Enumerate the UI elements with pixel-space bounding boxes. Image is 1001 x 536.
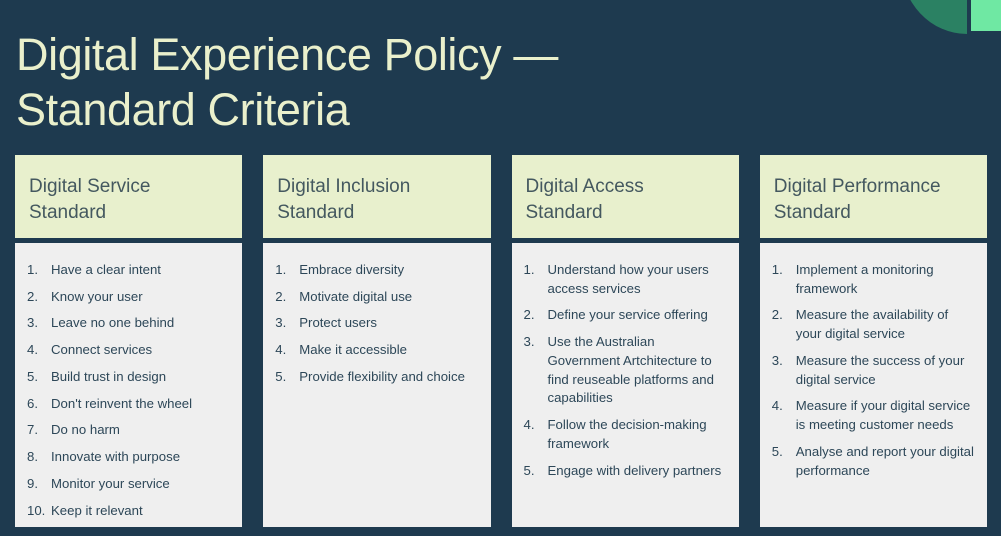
criteria-list-digital-performance-standard: 1. Implement a monitoring framework 2. Meas… [770, 261, 975, 480]
criteria-item: 3. Measure the success of your digital se… [770, 352, 975, 389]
criteria-text: Build trust in design [51, 368, 167, 384]
criteria-text: Analyse and report your digital performa… [795, 443, 974, 478]
criteria-text: Use the Australian Government Artchitect… [547, 334, 714, 406]
criteria-item: 10. Keep it relevant [25, 502, 230, 521]
criteria-list-digital-access-standard: 1. Understand how your users access servi… [522, 261, 727, 480]
card-header-digital-performance-standard: Digital Performance Standard [759, 155, 987, 238]
criteria-number: 2. [27, 288, 38, 304]
criteria-item: 4. Connect services [25, 341, 230, 360]
criteria-text: Keep it relevant [51, 502, 143, 518]
criteria-item: 5. Provide flexibility and choice [273, 368, 478, 387]
criteria-item: 9. Monitor your service [25, 475, 230, 494]
criteria-item: 4. Measure if your digital service is mee… [770, 397, 975, 434]
criteria-item: 4. Make it accessible [273, 341, 478, 360]
criteria-item: 5. Build trust in design [25, 368, 230, 387]
criteria-number: 9. [27, 475, 38, 491]
criteria-item: 1. Implement a monitoring framework [770, 261, 975, 298]
criteria-number: 6. [27, 395, 38, 411]
criteria-item: 2. Measure the availability of your digit… [770, 306, 975, 343]
criteria-number: 5. [523, 462, 535, 478]
criteria-item: 8. Innovate with purpose [25, 448, 230, 467]
criteria-text: Engage with delivery partners [547, 462, 722, 478]
criteria-item: 7. Do no harm [25, 421, 230, 440]
criteria-text: Do no harm [51, 422, 120, 438]
criteria-text: Embrace diversity [299, 262, 405, 277]
criteria-text: Measure if your digital service is meeti… [795, 398, 971, 433]
criteria-number: 10. [27, 502, 46, 518]
criteria-item: 1. Embrace diversity [273, 261, 478, 280]
criteria-item: 4. Follow the decision-making framework [522, 416, 727, 453]
criteria-number: 5. [27, 368, 38, 384]
criteria-text: Have a clear intent [51, 262, 161, 277]
corner-arc-shape [901, 0, 967, 34]
criteria-list-digital-service-standard: 1. Have a clear intent 2. Know your user 3. L… [25, 261, 230, 520]
card-header-digital-service-standard: Digital Service Standard [15, 155, 243, 238]
standards-card-grid: Digital Service Standard 1. Have a clear i… [15, 155, 987, 527]
card-body-digital-access-standard: 1. Understand how your users access servi… [511, 243, 739, 527]
criteria-number: 1. [27, 262, 38, 277]
card-body-digital-inclusion-standard: 1. Embrace diversity 2. Motivate digital us… [263, 243, 491, 527]
criteria-number: 3. [523, 334, 535, 350]
criteria-number: 8. [27, 449, 38, 465]
criteria-item: 3. Leave no one behind [25, 314, 230, 333]
criteria-item: 3. Protect users [273, 314, 478, 333]
criteria-number: 1. [771, 262, 783, 277]
criteria-item: 2. Motivate digital use [273, 288, 478, 307]
criteria-text: Follow the decision-making framework [547, 417, 707, 451]
criteria-number: 2. [523, 307, 535, 323]
criteria-text: Implement a monitoring framework [795, 262, 934, 296]
criteria-text: Innovate with purpose [51, 449, 181, 465]
criteria-list-digital-inclusion-standard: 1. Embrace diversity 2. Motivate digital us… [273, 261, 478, 387]
criteria-item: 6. Don't reinvent the wheel [25, 395, 230, 414]
card-body-digital-performance-standard: 1. Implement a monitoring framework 2. Meas… [759, 243, 987, 527]
criteria-number: 1. [523, 262, 535, 277]
criteria-item: 1. Understand how your users access servi… [522, 261, 727, 298]
card-body-digital-service-standard: 1. Have a clear intent 2. Know your user 3. L… [15, 243, 243, 527]
criteria-text: Understand how your users access service… [547, 262, 709, 296]
page-title: Digital Experience Policy — Standard Cri… [16, 29, 558, 136]
card-header-digital-access-standard: Digital Access Standard [511, 155, 739, 238]
criteria-text: Provide flexibility and choice [299, 368, 465, 384]
criteria-item: 5. Analyse and report your digital perfor… [770, 443, 975, 480]
criteria-item: 2. Define your service offering [522, 306, 727, 325]
standard-card-digital-service-standard: Digital Service Standard 1. Have a clear i… [15, 155, 243, 527]
criteria-number: 3. [771, 352, 783, 368]
criteria-number: 4. [27, 342, 38, 358]
criteria-number: 2. [275, 288, 287, 304]
criteria-number: 4. [275, 342, 287, 358]
criteria-number: 4. [523, 417, 535, 433]
criteria-text: Protect users [299, 315, 377, 331]
criteria-item: 1. Have a clear intent [25, 261, 230, 280]
standard-card-digital-inclusion-standard: Digital Inclusion Standard 1. Embrace dive… [263, 155, 491, 527]
criteria-text: Motivate digital use [299, 288, 413, 304]
criteria-text: Measure the success of your digital serv… [795, 352, 965, 387]
corner-decoration [901, 0, 1001, 34]
card-header-digital-inclusion-standard: Digital Inclusion Standard [263, 155, 491, 238]
criteria-text: Leave no one behind [51, 315, 175, 331]
criteria-text: Don't reinvent the wheel [51, 395, 193, 411]
criteria-number: 3. [27, 315, 38, 331]
criteria-item: 2. Know your user [25, 288, 230, 307]
corner-block-shape [971, 0, 1001, 31]
criteria-number: 5. [771, 443, 783, 459]
criteria-text: Measure the availability of your digital… [795, 307, 949, 342]
standard-card-digital-access-standard: Digital Access Standard 1. Understand how … [511, 155, 739, 527]
criteria-number: 2. [771, 307, 783, 323]
criteria-text: Define your service offering [547, 307, 708, 323]
criteria-item: 3. Use the Australian Government Artchite… [522, 333, 727, 408]
criteria-text: Make it accessible [299, 342, 407, 358]
criteria-number: 5. [275, 368, 287, 384]
criteria-item: 5. Engage with delivery partners [522, 462, 727, 481]
criteria-text: Connect services [51, 342, 153, 358]
criteria-number: 7. [27, 422, 38, 438]
criteria-number: 4. [771, 398, 783, 414]
criteria-number: 3. [275, 315, 287, 331]
criteria-text: Monitor your service [51, 475, 170, 491]
criteria-number: 1. [275, 262, 287, 277]
criteria-text: Know your user [51, 288, 143, 304]
standard-card-digital-performance-standard: Digital Performance Standard 1. Implement … [759, 155, 987, 527]
